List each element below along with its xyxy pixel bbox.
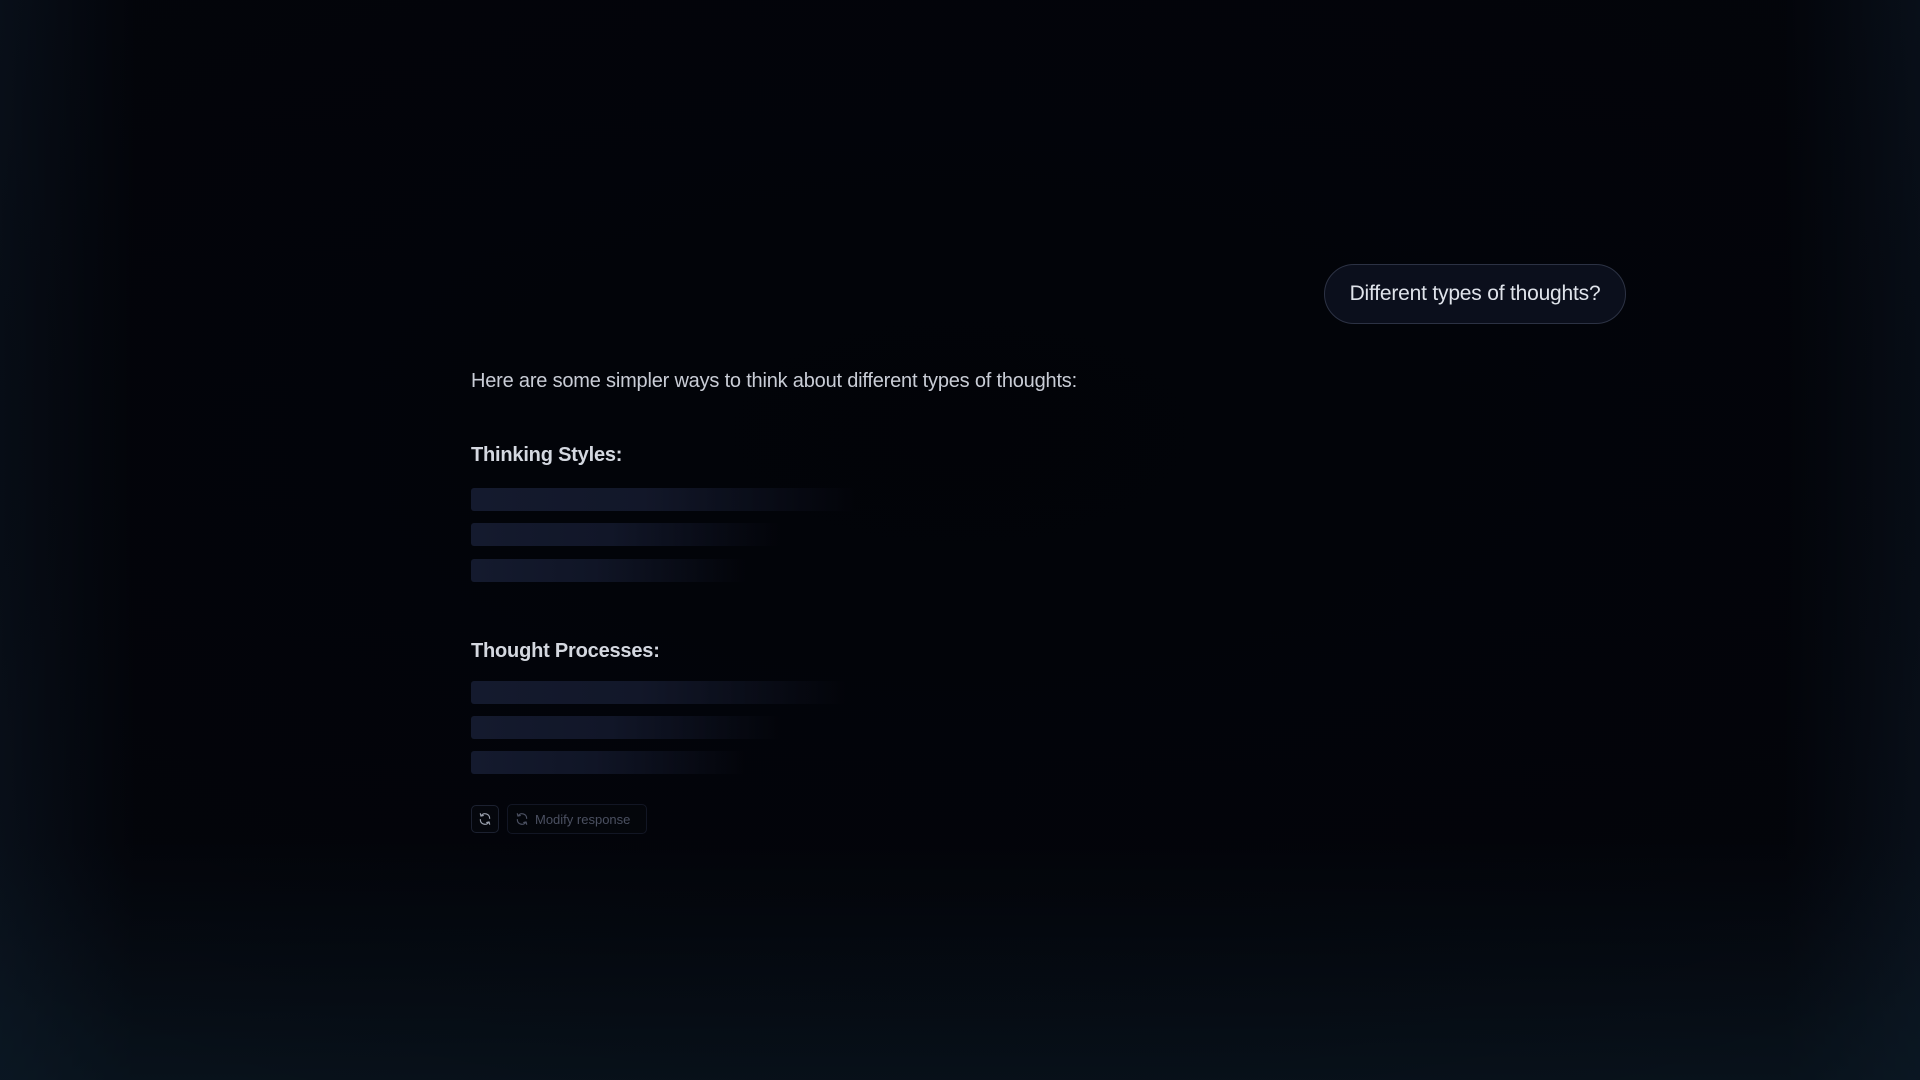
chat-view: Different types of thoughts? Here are so…	[0, 0, 1920, 1080]
message-actions: Modify response	[471, 804, 648, 834]
refresh-icon	[515, 812, 529, 826]
skeleton-line	[471, 559, 746, 582]
skeleton-line	[471, 488, 856, 511]
skeleton-line	[471, 681, 846, 704]
skeleton-line	[471, 523, 781, 546]
user-message-bubble: Different types of thoughts?	[1324, 264, 1626, 324]
assistant-message: Here are some simpler ways to think abou…	[471, 370, 1371, 774]
skeleton-line	[471, 751, 746, 774]
modify-response-button[interactable]: Modify response	[507, 804, 648, 834]
user-message-text: Different types of thoughts?	[1349, 282, 1601, 305]
assistant-intro-text: Here are some simpler ways to think abou…	[471, 370, 1077, 392]
skeleton-line	[471, 716, 781, 739]
section-heading-thinking-styles: Thinking Styles:	[471, 444, 623, 466]
section-heading-thought-processes: Thought Processes:	[471, 640, 660, 662]
regenerate-button[interactable]	[471, 805, 499, 833]
modify-response-label: Modify response	[535, 811, 631, 827]
refresh-icon	[478, 812, 492, 826]
